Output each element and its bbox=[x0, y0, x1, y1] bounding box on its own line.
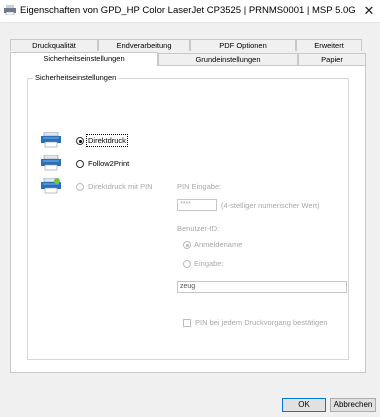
pin-input[interactable]: **** bbox=[177, 199, 217, 211]
tab-grundeinstellungen[interactable]: Grundeinstellungen bbox=[158, 53, 298, 65]
tab-druckqualitaet[interactable]: Druckqualität bbox=[10, 39, 98, 51]
tab-papier[interactable]: Papier bbox=[298, 53, 366, 65]
radio-anmeldename[interactable] bbox=[183, 241, 191, 249]
group-title: Sicherheitseinstellungen bbox=[33, 73, 119, 82]
radio-direktdruck-mit-pin[interactable] bbox=[76, 183, 84, 191]
user-id-input[interactable]: zeug bbox=[177, 281, 347, 293]
pin-hint: (4-stelliger numerischer Wert) bbox=[221, 201, 320, 210]
printer-icon bbox=[41, 132, 61, 148]
tab-pdf-optionen[interactable]: PDF Optionen bbox=[190, 39, 296, 51]
label-direktdruck[interactable]: Direktdruck bbox=[86, 134, 128, 147]
printer-pin-icon bbox=[41, 178, 61, 194]
radio-direktdruck[interactable] bbox=[76, 137, 84, 145]
label-eingabe[interactable]: Eingabe: bbox=[194, 259, 224, 268]
tab-row-1: Druckqualität Endverarbeitung PDF Option… bbox=[10, 39, 362, 51]
title-bar: Eigenschaften von GPD_HP Color LaserJet … bbox=[0, 0, 380, 23]
label-follow2print[interactable]: Follow2Print bbox=[88, 159, 129, 168]
tab-erweitert[interactable]: Erweitert bbox=[296, 39, 362, 51]
cancel-button[interactable]: Abbrechen bbox=[330, 398, 376, 412]
tab-endverarbeitung[interactable]: Endverarbeitung bbox=[98, 39, 190, 51]
radio-follow2print[interactable] bbox=[76, 160, 84, 168]
user-id-label: Benutzer-ID: bbox=[177, 224, 220, 233]
close-button[interactable]: ✕ bbox=[358, 0, 380, 22]
confirm-pin-checkbox[interactable] bbox=[183, 319, 191, 327]
tab-sicherheitseinstellungen[interactable]: Sicherheitseinstellungen bbox=[10, 52, 158, 66]
label-anmeldename[interactable]: Anmeldename bbox=[194, 240, 242, 249]
pin-label: PIN Eingabe: bbox=[177, 182, 222, 191]
printer-app-icon bbox=[4, 5, 16, 15]
printer-icon bbox=[41, 155, 61, 171]
tab-row-2: Sicherheitseinstellungen Grundeinstellun… bbox=[10, 52, 366, 66]
confirm-pin-label[interactable]: PIN bei jedem Druckvorgang bestätigen bbox=[195, 318, 328, 327]
window-title: Eigenschaften von GPD_HP Color LaserJet … bbox=[20, 5, 355, 16]
ok-button[interactable]: OK bbox=[282, 398, 326, 412]
tab-panel: Sicherheitseinstellungen Direktdruck Fol… bbox=[10, 65, 366, 373]
radio-eingabe[interactable] bbox=[183, 260, 191, 268]
label-direktdruck-mit-pin[interactable]: Direktdruck mit PIN bbox=[88, 182, 153, 191]
